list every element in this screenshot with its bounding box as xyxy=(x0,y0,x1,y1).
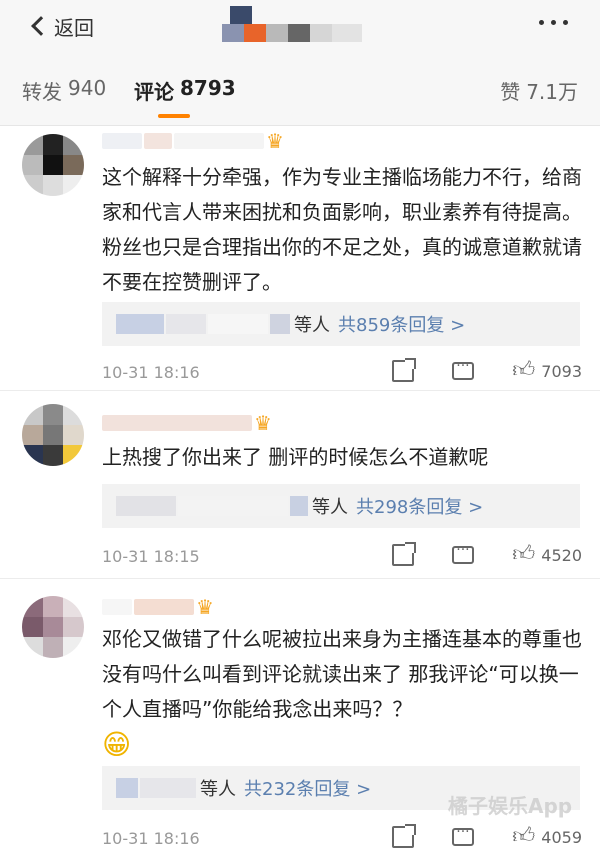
tab-comments-label: 评论 xyxy=(134,80,174,104)
thumbs-up-icon: 👍︎ xyxy=(512,824,536,848)
reply-by: 等人 xyxy=(200,779,236,800)
tab-likes-label: 赞 xyxy=(500,80,521,104)
vip-crown-icon: ♛ xyxy=(196,595,214,619)
username-blurred[interactable]: ♛ xyxy=(102,130,284,152)
watermark: 橘子娱乐App xyxy=(448,794,573,818)
like-count: 4059 xyxy=(541,827,582,847)
active-tab-indicator xyxy=(158,114,190,118)
reply-by: 等人 xyxy=(312,497,348,518)
reply-count-link[interactable]: 共298条回复 > xyxy=(356,493,483,519)
avatar[interactable] xyxy=(22,404,84,466)
avatar[interactable] xyxy=(22,596,84,658)
reply-summary[interactable]: 等人 共298条回复 > xyxy=(102,484,580,528)
avatar[interactable] xyxy=(22,134,84,196)
reply-icon[interactable] xyxy=(452,542,475,564)
reply-icon[interactable] xyxy=(452,358,475,380)
comment-text: 这个解释十分牵强，作为专业主播临场能力不行，给商家和代言人带来困扰和负面影响，职… xyxy=(102,165,582,294)
vip-crown-icon: ♛ xyxy=(266,129,284,153)
reply-by: 等人 xyxy=(294,315,330,336)
back-label: 返回 xyxy=(54,15,94,40)
tab-reposts-count: 940 xyxy=(68,76,107,100)
tab-reposts-label: 转发 xyxy=(22,80,62,104)
vip-crown-icon: ♛ xyxy=(254,411,272,435)
like-count: 7093 xyxy=(541,361,582,381)
reply-icon[interactable] xyxy=(452,824,475,846)
like-button[interactable]: 👍︎ 4059 xyxy=(512,826,582,848)
tab-reposts[interactable]: 转发 940 xyxy=(22,76,106,105)
comment-text: 上热搜了你出来了 删评的时候怎么不道歉呢 xyxy=(102,445,489,469)
like-button[interactable]: 👍︎ 4520 xyxy=(512,544,582,566)
username-blurred[interactable]: ♛ xyxy=(102,412,272,434)
share-icon[interactable] xyxy=(392,542,417,566)
like-count: 4520 xyxy=(541,545,582,565)
more-options-icon[interactable] xyxy=(539,20,568,25)
comment-meta: 10-31 18:15 👍︎ 4520 xyxy=(102,542,582,568)
chevron-left-icon xyxy=(31,16,51,36)
share-icon[interactable] xyxy=(392,358,417,382)
tab-comments-count: 8793 xyxy=(180,76,236,100)
share-icon[interactable] xyxy=(392,824,417,848)
back-button[interactable]: 返回 xyxy=(30,11,94,41)
thumbs-up-icon: 👍︎ xyxy=(512,542,536,567)
tab-likes[interactable]: 赞 7.1万 xyxy=(500,76,578,105)
reply-summary[interactable]: 等人 共859条回复 > xyxy=(102,302,580,346)
comment-time: 10-31 18:15 xyxy=(102,546,200,566)
tab-likes-count: 7.1万 xyxy=(526,80,578,104)
grin-emoji-icon: 😁 xyxy=(102,728,132,761)
like-button[interactable]: 👍︎ 7093 xyxy=(512,360,582,382)
reply-names-blurred xyxy=(116,496,308,516)
divider xyxy=(0,390,600,391)
comment-text-body: 邓伦又做错了什么呢被拉出来身为主播连基本的尊重也没有吗什么叫看到评论就读出来了 … xyxy=(102,627,582,721)
comment-time: 10-31 18:16 xyxy=(102,362,200,382)
reply-count-link[interactable]: 共859条回复 > xyxy=(338,311,465,337)
reply-count-link[interactable]: 共232条回复 > xyxy=(244,775,371,801)
tab-comments[interactable]: 评论 8793 xyxy=(134,76,236,105)
username-blurred[interactable]: ♛ xyxy=(102,596,214,618)
reply-names-blurred xyxy=(116,314,290,334)
comment-meta: 10-31 18:16 👍︎ 4059 xyxy=(102,824,582,848)
comment-time: 10-31 18:16 xyxy=(102,828,200,848)
tab-bar: 转发 940 评论 8793 赞 7.1万 xyxy=(0,54,600,126)
thumbs-up-icon: 👍︎ xyxy=(512,358,536,383)
comment-meta: 10-31 18:16 👍︎ 7093 xyxy=(102,358,582,384)
divider xyxy=(0,578,600,579)
blurred-title xyxy=(222,6,382,46)
reply-names-blurred xyxy=(116,778,196,798)
comment-text: 邓伦又做错了什么呢被拉出来身为主播连基本的尊重也没有吗什么叫看到评论就读出来了 … xyxy=(102,622,582,765)
top-nav-bar: 返回 xyxy=(0,0,600,54)
